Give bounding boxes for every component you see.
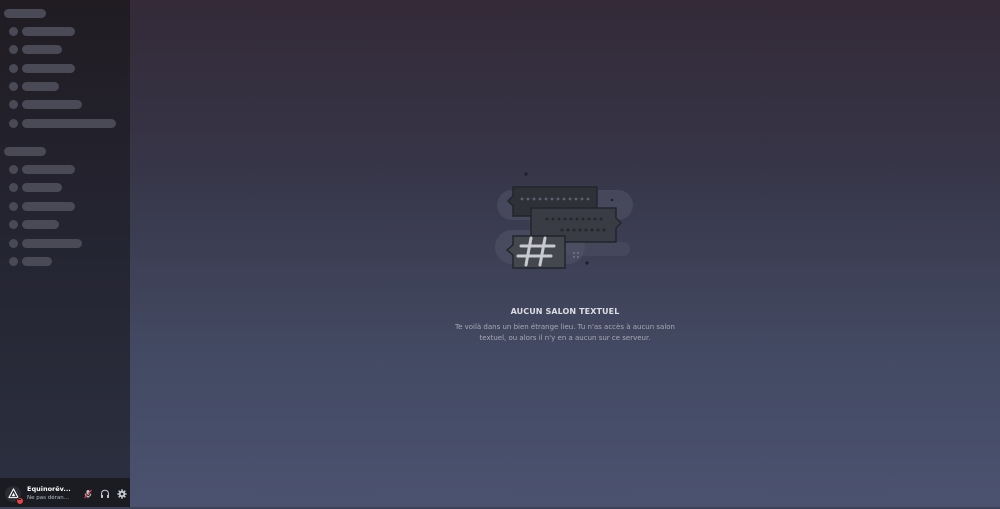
dnd-status-indicator <box>16 496 24 505</box>
username: Equinorêv... <box>27 485 71 493</box>
channel-sidebar: Equinorêv... Ne pas déran... <box>0 0 130 509</box>
gear-icon[interactable] <box>117 488 127 499</box>
empty-state-description: Te voilà dans un bien étrange lieu. Tu n… <box>454 323 675 342</box>
skeleton-channel-label <box>22 82 59 91</box>
skeleton-category-header <box>4 9 46 18</box>
skeleton-channel-icon <box>9 257 18 266</box>
main-content: AUCUN SALON TEXTUEL Te voilà dans un bie… <box>130 0 1000 509</box>
user-info[interactable]: Equinorêv... Ne pas déran... <box>27 485 71 502</box>
skeleton-channel-label <box>22 220 59 229</box>
skeleton-channel-icon <box>9 202 18 211</box>
skeleton-channel-icon <box>9 183 18 192</box>
skeleton-channel-icon <box>9 64 18 73</box>
skeleton-channel-icon <box>9 45 18 54</box>
skeleton-channel-row <box>0 64 130 74</box>
skeleton-channel-icon <box>9 27 18 36</box>
skeleton-channel-icon <box>9 82 18 91</box>
skeleton-channel-label <box>22 119 116 128</box>
skeleton-channel-icon <box>9 239 18 248</box>
empty-state-title: AUCUN SALON TEXTUEL <box>510 307 620 316</box>
skeleton-channel-row <box>0 183 130 193</box>
user-status-text: Ne pas déran... <box>27 495 69 501</box>
skeleton-channel-row <box>0 202 130 212</box>
skeleton-channel-label <box>22 202 75 211</box>
skeleton-channel-row <box>0 45 130 55</box>
skeleton-channel-row <box>0 165 130 175</box>
skeleton-channel-icon <box>9 119 18 128</box>
skeleton-channel-row <box>0 100 130 110</box>
skeleton-channel-row <box>0 119 130 129</box>
mute-microphone-icon[interactable] <box>83 489 93 499</box>
skeleton-channel-icon <box>9 165 18 174</box>
skeleton-channel-label <box>22 45 62 54</box>
skeleton-channel-label <box>22 239 82 248</box>
skeleton-category-header <box>4 147 46 156</box>
skeleton-channel-row <box>0 82 130 92</box>
skeleton-channel-label <box>22 165 75 174</box>
skeleton-channel-row <box>0 27 130 37</box>
skeleton-channel-label <box>22 27 75 36</box>
avatar[interactable] <box>5 485 24 505</box>
skeleton-channel-row <box>0 220 130 230</box>
skeleton-channel-row <box>0 257 130 267</box>
skeleton-channel-label <box>22 257 52 266</box>
skeleton-channel-label <box>22 64 75 73</box>
skeleton-channel-icon <box>9 220 18 229</box>
user-panel: Equinorêv... Ne pas déran... <box>0 478 130 509</box>
chat-bubbles-hashtag-icon <box>495 172 633 269</box>
headphones-icon[interactable] <box>100 489 110 499</box>
skeleton-channel-row <box>0 239 130 249</box>
skeleton-channel-icon <box>9 100 18 109</box>
skeleton-channel-label <box>22 183 62 192</box>
skeleton-channel-label <box>22 100 82 109</box>
